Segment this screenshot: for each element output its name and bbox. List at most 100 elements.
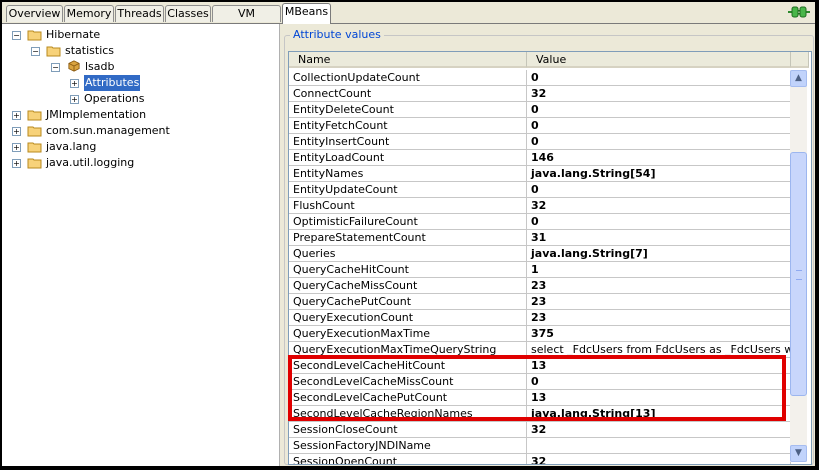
attribute-value[interactable]: 32 — [527, 86, 791, 102]
collapse-icon[interactable]: − — [51, 63, 60, 72]
tab-overview[interactable]: Overview — [6, 5, 63, 22]
attribute-value[interactable]: 375 — [527, 326, 791, 342]
folder-icon — [27, 126, 42, 137]
table-row[interactable]: CollectionUpdateCount 0 — [289, 70, 791, 86]
folder-open-icon — [46, 46, 61, 57]
table-row[interactable]: EntityInsertCount 0 — [289, 134, 791, 150]
attribute-name: EntityNames — [289, 166, 527, 182]
attribute-name: EntityInsertCount — [289, 134, 527, 150]
tab-mbeans[interactable]: MBeans — [282, 3, 331, 24]
attribute-name: ConnectCount — [289, 86, 527, 102]
table-row[interactable]: QueryCacheHitCount 1 — [289, 262, 791, 278]
attribute-name: Queries — [289, 246, 527, 262]
table-row[interactable]: ConnectCount 32 — [289, 86, 791, 102]
expand-icon[interactable]: + — [70, 79, 79, 88]
table-row[interactable]: SessionOpenCount 32 — [289, 454, 791, 464]
table-row[interactable]: OptimisticFailureCount 0 — [289, 214, 791, 230]
attribute-name: EntityDeleteCount — [289, 102, 527, 118]
collapse-icon[interactable]: − — [31, 47, 40, 56]
bean-icon — [68, 60, 80, 72]
tree-label: statistics — [65, 44, 115, 57]
attribute-name: EntityUpdateCount — [289, 182, 527, 198]
attribute-name: OptimisticFailureCount — [289, 214, 527, 230]
attribute-value[interactable]: java.lang.String[7] — [527, 246, 791, 262]
table-row[interactable]: EntityNames java.lang.String[54] — [289, 166, 791, 182]
table-row[interactable]: EntityLoadCount 146 — [289, 150, 791, 166]
attribute-name: SessionCloseCount — [289, 422, 527, 438]
table-row[interactable]: EntityUpdateCount 0 — [289, 182, 791, 198]
tab-threads[interactable]: Threads — [115, 5, 164, 22]
attribute-value[interactable]: 32 — [527, 422, 791, 438]
folder-icon — [27, 158, 42, 169]
attribute-value[interactable]: 0 — [527, 134, 791, 150]
tab-classes[interactable]: Classes — [165, 5, 211, 22]
collapse-icon[interactable]: − — [12, 31, 21, 40]
attribute-name: QueryCacheHitCount — [289, 262, 527, 278]
tree-label: java.lang — [46, 140, 97, 153]
column-header-value[interactable]: Value — [527, 52, 791, 68]
table-row[interactable]: QueryExecutionCount 23 — [289, 310, 791, 326]
scroll-down-icon[interactable]: ▼ — [790, 445, 807, 462]
tab-bar: Overview Memory Threads Classes VM Summa… — [2, 2, 815, 36]
highlight-box — [288, 355, 786, 421]
attribute-name: FlushCount — [289, 198, 527, 214]
scroll-thumb[interactable] — [790, 152, 807, 396]
attribute-value[interactable]: 23 — [527, 294, 791, 310]
scroll-up-icon[interactable]: ▲ — [790, 70, 807, 87]
tree-label: Attributes — [84, 75, 141, 91]
attribute-value[interactable]: 32 — [527, 198, 791, 214]
folder-open-icon — [27, 30, 42, 41]
table-row[interactable]: QueryCachePutCount 23 — [289, 294, 791, 310]
attribute-name: QueryCacheMissCount — [289, 278, 527, 294]
attribute-name: QueryExecutionMaxTime — [289, 326, 527, 342]
expand-icon[interactable]: + — [12, 127, 21, 136]
tree-label: lsadb — [85, 60, 115, 73]
table-row[interactable]: EntityFetchCount 0 — [289, 118, 791, 134]
attribute-values-title: Attribute values — [290, 28, 384, 41]
table-row[interactable]: QueryExecutionMaxTime 375 — [289, 326, 791, 342]
expand-icon[interactable]: + — [12, 111, 21, 120]
attribute-value[interactable] — [527, 438, 791, 454]
table-row[interactable]: SessionCloseCount 32 — [289, 422, 791, 438]
tree-label: JMImplementation — [46, 108, 147, 121]
table-row[interactable]: PrepareStatementCount 31 — [289, 230, 791, 246]
attribute-value[interactable]: 23 — [527, 310, 791, 326]
tree-label: Hibernate — [46, 28, 101, 41]
expand-icon[interactable]: + — [12, 143, 21, 152]
attribute-value[interactable]: 0 — [527, 182, 791, 198]
attribute-value[interactable]: 0 — [527, 214, 791, 230]
attribute-name: PrepareStatementCount — [289, 230, 527, 246]
attribute-value[interactable]: 0 — [527, 70, 791, 86]
attribute-value[interactable]: 0 — [527, 102, 791, 118]
attribute-value[interactable]: 32 — [527, 454, 791, 464]
vertical-scrollbar[interactable]: ▲ ▼ — [790, 70, 807, 462]
table-row[interactable]: FlushCount 32 — [289, 198, 791, 214]
table-row[interactable]: QueryCacheMissCount 23 — [289, 278, 791, 294]
tab-vm-summary[interactable]: VM Summary — [212, 5, 281, 36]
attribute-value[interactable]: 31 — [527, 230, 791, 246]
attribute-value[interactable]: 1 — [527, 262, 791, 278]
attribute-value[interactable]: 0 — [527, 118, 791, 134]
plug-icon[interactable] — [788, 5, 810, 19]
attribute-name: SessionFactoryJNDIName — [289, 438, 527, 454]
tree-label: com.sun.management — [46, 124, 170, 137]
grip-icon — [796, 270, 802, 280]
header-corner — [791, 52, 809, 68]
tree-label: Operations — [84, 92, 145, 105]
attribute-value[interactable]: 23 — [527, 278, 791, 294]
attribute-name: CollectionUpdateCount — [289, 70, 527, 86]
tab-memory[interactable]: Memory — [64, 5, 114, 22]
attribute-name: QueryExecutionCount — [289, 310, 527, 326]
attribute-value[interactable]: java.lang.String[54] — [527, 166, 791, 182]
attribute-value[interactable]: 146 — [527, 150, 791, 166]
column-header-name[interactable]: Name — [289, 52, 527, 68]
table-row[interactable]: Queries java.lang.String[7] — [289, 246, 791, 262]
table-row[interactable]: EntityDeleteCount 0 — [289, 102, 791, 118]
attribute-name: EntityLoadCount — [289, 150, 527, 166]
expand-icon[interactable]: + — [70, 95, 79, 104]
folder-icon — [27, 110, 42, 121]
mbean-tree: − Hibernate − statistics − lsadb + Attri… — [2, 24, 280, 466]
expand-icon[interactable]: + — [12, 159, 21, 168]
table-row[interactable]: SessionFactoryJNDIName — [289, 438, 791, 454]
attribute-name: EntityFetchCount — [289, 118, 527, 134]
